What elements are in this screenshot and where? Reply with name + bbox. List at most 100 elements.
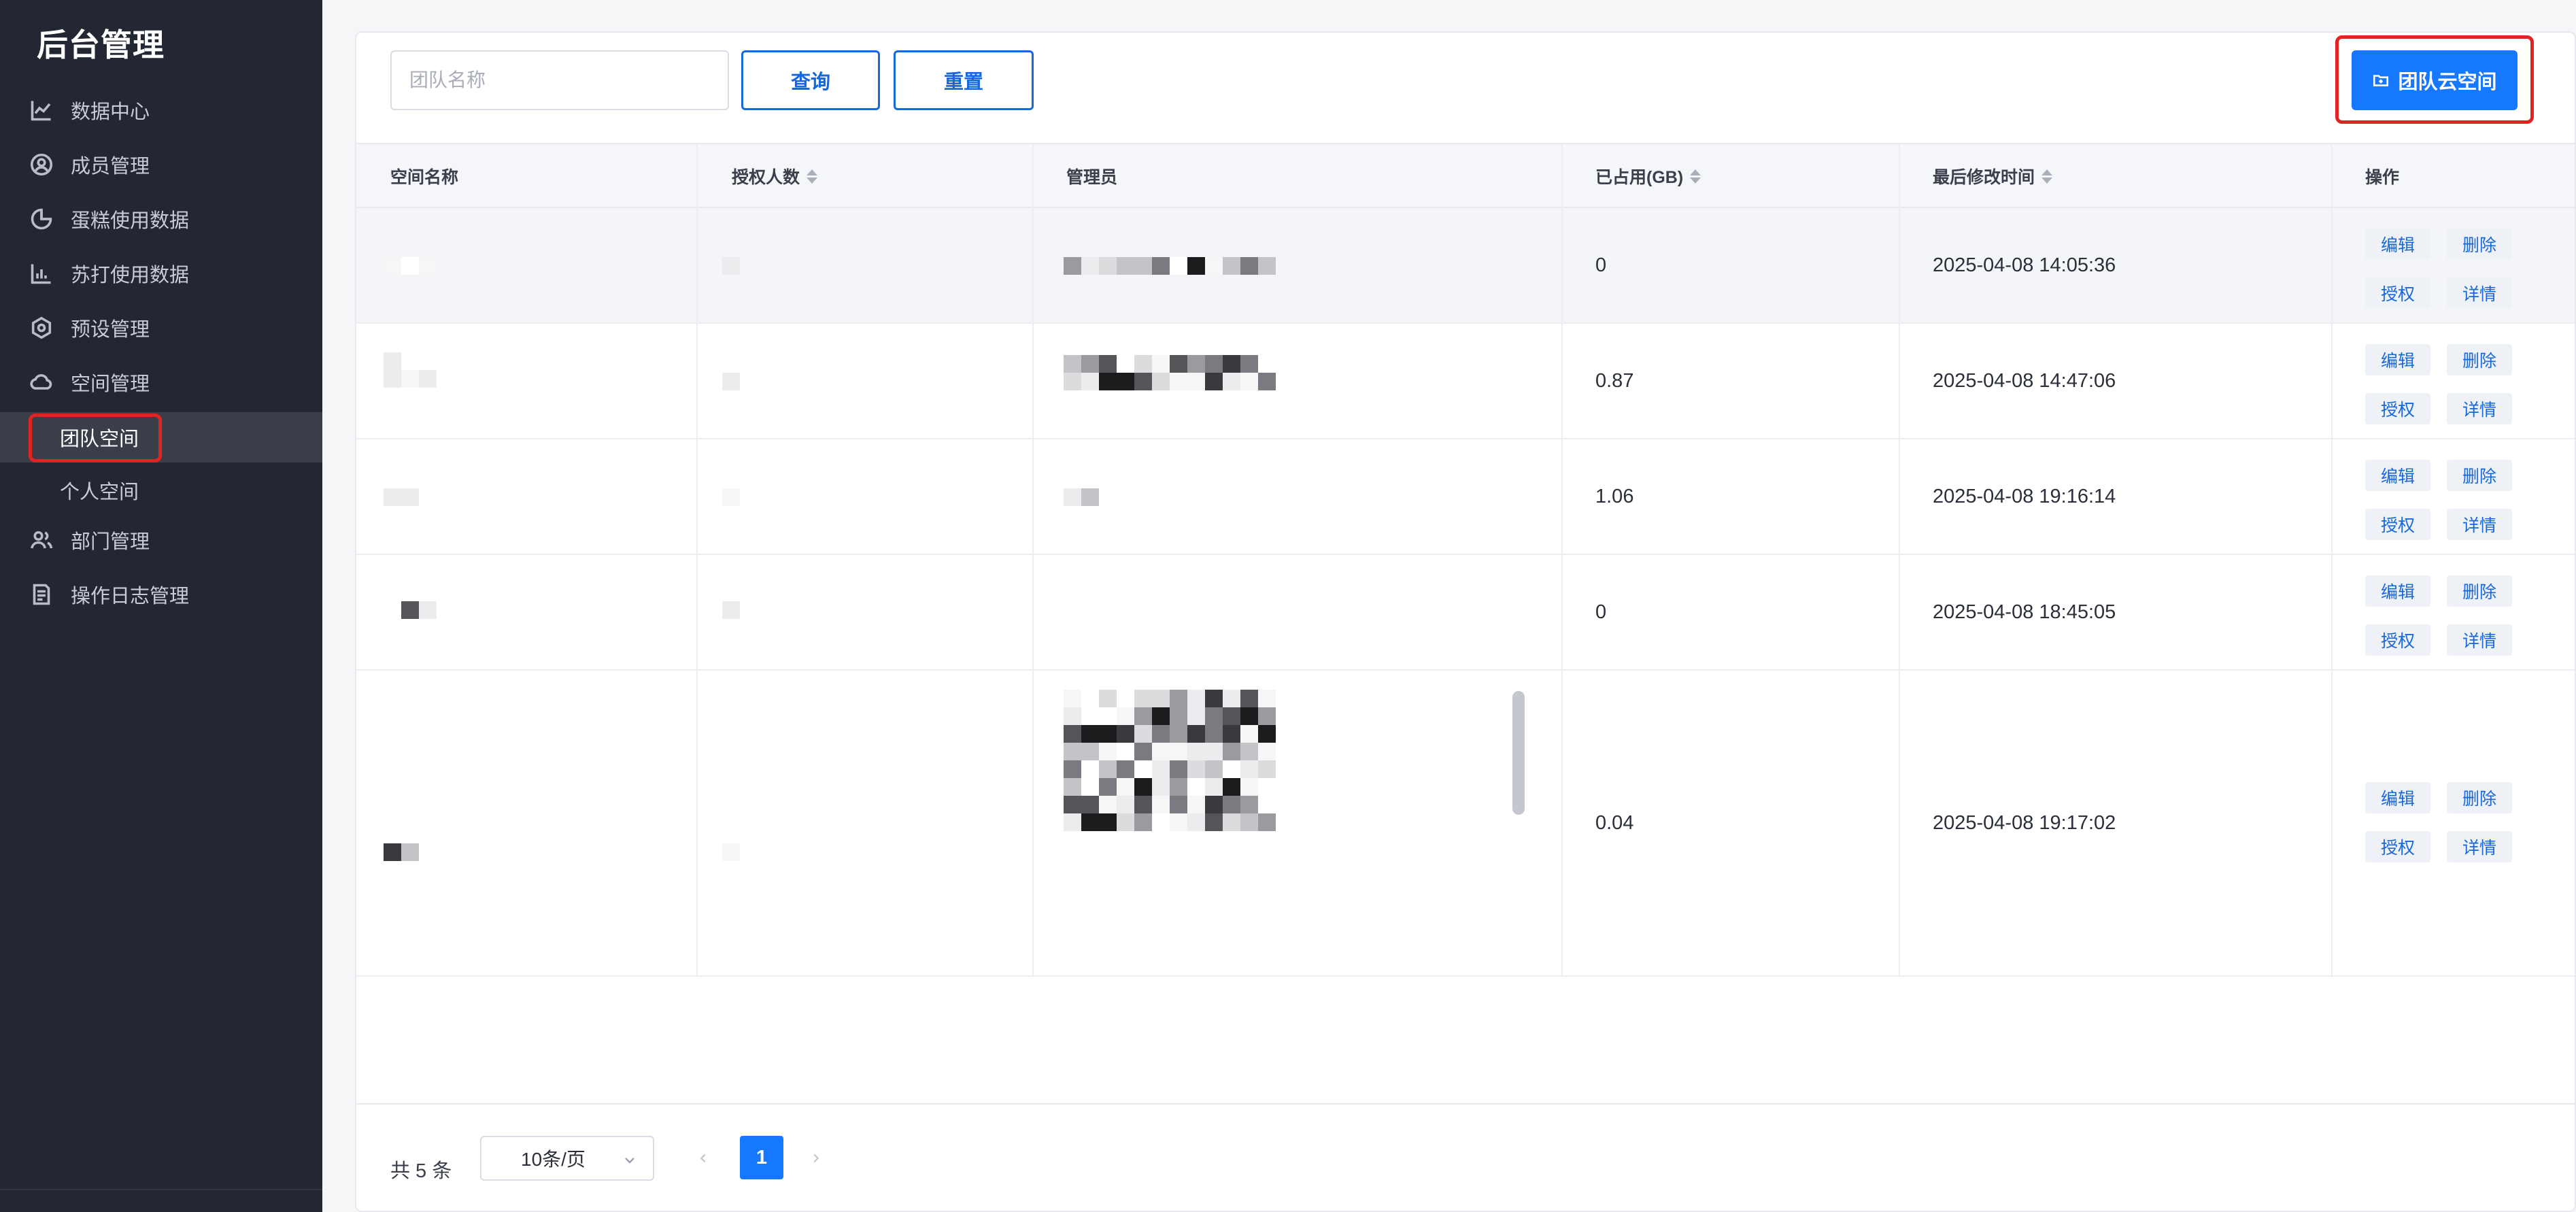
reset-button[interactable]: 重置 — [894, 50, 1034, 110]
redacted-text — [722, 601, 740, 619]
sidebar-subitem-personal-space[interactable]: 个人空间 — [0, 465, 322, 516]
table-row: 0 2025-04-08 18:45:05 编辑 删除 授权 详情 — [356, 555, 2575, 671]
app-logo-title: 后台管理 — [37, 27, 165, 63]
detail-button[interactable]: 详情 — [2447, 624, 2512, 656]
column-divider — [1561, 143, 1563, 977]
last-modified-cell: 2025-04-08 14:47:06 — [1933, 369, 2116, 392]
edit-button[interactable]: 编辑 — [2365, 344, 2430, 375]
table-header: 空间名称 授权人数 管理员 已占用(GB) 最后修改时间 操作 — [356, 143, 2575, 208]
column-header-used-gb[interactable]: 已占用(GB) — [1595, 144, 1701, 208]
last-modified-cell: 2025-04-08 19:16:14 — [1933, 485, 2116, 507]
main-card: 查询 重置 团队云空间 空间名称 授权人数 管理员 已占用(GB) 最后修改时间… — [355, 31, 2576, 1212]
users-icon — [29, 527, 54, 553]
redacted-text — [1064, 599, 1099, 616]
create-button-highlight-box — [2335, 35, 2534, 124]
sidebar-item-data-center[interactable]: 数据中心 — [0, 84, 322, 136]
redacted-text — [722, 373, 740, 390]
page-size-value: 10条/页 — [521, 1149, 586, 1170]
redacted-text — [722, 488, 740, 506]
authorize-button[interactable]: 授权 — [2365, 831, 2430, 862]
column-header-admin: 管理员 — [1066, 168, 1118, 187]
delete-button[interactable]: 删除 — [2447, 344, 2512, 375]
sidebar-item-presets[interactable]: 预设管理 — [0, 302, 322, 354]
sidebar-item-cake-usage[interactable]: 蛋糕使用数据 — [0, 193, 322, 245]
delete-button[interactable]: 删除 — [2447, 229, 2512, 260]
sort-icon[interactable] — [807, 169, 818, 184]
sidebar-item-members[interactable]: 成员管理 — [0, 139, 322, 190]
redacted-text — [722, 257, 740, 275]
column-header-space-name: 空间名称 — [390, 168, 459, 187]
redacted-text — [1064, 690, 1276, 831]
page-size-select[interactable]: 10条/页 — [480, 1136, 654, 1181]
redacted-text — [384, 257, 437, 275]
sidebar: 后台管理 数据中心 成员管理 蛋糕使用数据 苏打使用数据 预设管理 空间管理 团… — [0, 0, 322, 1212]
edit-button[interactable]: 编辑 — [2365, 575, 2430, 607]
redacted-text — [384, 352, 437, 388]
sidebar-item-soda-usage[interactable]: 苏打使用数据 — [0, 248, 322, 299]
redacted-text — [1064, 355, 1276, 390]
detail-button[interactable]: 详情 — [2447, 509, 2512, 540]
sidebar-item-label: 操作日志管理 — [71, 586, 190, 607]
sidebar-subitem-label: 个人空间 — [60, 482, 139, 503]
page-number-current[interactable]: 1 — [740, 1136, 783, 1179]
prev-page-button[interactable] — [690, 1136, 717, 1181]
used-gb-cell: 0.87 — [1595, 369, 1634, 392]
sidebar-footer — [0, 1189, 322, 1212]
edit-button[interactable]: 编辑 — [2365, 782, 2430, 813]
column-header-last-modified[interactable]: 最后修改时间 — [1933, 144, 2053, 208]
authorize-button[interactable]: 授权 — [2365, 393, 2430, 424]
column-header-authorized-count[interactable]: 授权人数 — [732, 144, 818, 208]
sidebar-item-departments[interactable]: 部门管理 — [0, 514, 322, 566]
delete-button[interactable]: 删除 — [2447, 575, 2512, 607]
sidebar-item-label: 蛋糕使用数据 — [71, 210, 190, 232]
table-row: 0 2025-04-08 14:05:36 编辑 删除 授权 详情 — [356, 208, 2575, 324]
delete-button[interactable]: 删除 — [2447, 782, 2512, 813]
column-header-actions: 操作 — [2365, 168, 2400, 187]
detail-button[interactable]: 详情 — [2447, 393, 2512, 424]
team-space-highlight-box — [29, 414, 162, 462]
sidebar-item-label: 部门管理 — [71, 531, 150, 553]
table-row: 0.87 2025-04-08 14:47:06 编辑 删除 授权 详情 — [356, 324, 2575, 439]
table-row: 1.06 2025-04-08 19:16:14 编辑 删除 授权 详情 — [356, 439, 2575, 555]
user-circle-icon — [29, 152, 54, 178]
redacted-text — [384, 843, 437, 861]
team-name-search-input[interactable] — [390, 50, 729, 110]
pagination-total: 共 5 条 — [390, 1160, 452, 1182]
sidebar-item-label: 苏打使用数据 — [71, 265, 190, 286]
used-gb-cell: 0.04 — [1595, 811, 1634, 834]
column-divider — [1032, 143, 1034, 977]
used-gb-cell: 0 — [1595, 601, 1607, 623]
authorize-button[interactable]: 授权 — [2365, 509, 2430, 540]
column-divider — [1899, 143, 1900, 977]
sidebar-item-space-management[interactable]: 空间管理 — [0, 356, 322, 408]
sidebar-item-label: 预设管理 — [71, 319, 150, 341]
hexagon-settings-icon — [29, 315, 54, 341]
authorize-button[interactable]: 授权 — [2365, 624, 2430, 656]
redacted-text — [1064, 257, 1276, 275]
edit-button[interactable]: 编辑 — [2365, 229, 2430, 260]
admin-cell-scrollbar[interactable] — [1512, 691, 1525, 815]
column-divider — [696, 143, 698, 977]
detail-button[interactable]: 详情 — [2447, 277, 2512, 309]
delete-button[interactable]: 删除 — [2447, 460, 2512, 491]
authorize-button[interactable]: 授权 — [2365, 277, 2430, 309]
last-modified-cell: 2025-04-08 19:17:02 — [1933, 811, 2116, 834]
sidebar-item-operation-logs[interactable]: 操作日志管理 — [0, 569, 322, 620]
column-divider — [2331, 143, 2333, 977]
last-modified-cell: 2025-04-08 14:05:36 — [1933, 254, 2116, 276]
sidebar-item-label: 成员管理 — [71, 156, 150, 178]
chevron-right-icon — [813, 1154, 819, 1163]
next-page-button[interactable] — [802, 1136, 830, 1181]
redacted-text — [722, 843, 740, 861]
sort-icon[interactable] — [2041, 169, 2053, 184]
query-button[interactable]: 查询 — [741, 50, 880, 110]
last-modified-cell: 2025-04-08 18:45:05 — [1933, 601, 2116, 623]
detail-button[interactable]: 详情 — [2447, 831, 2512, 862]
bar-chart-icon — [29, 260, 54, 286]
edit-button[interactable]: 编辑 — [2365, 460, 2430, 491]
redacted-text — [1064, 488, 1099, 506]
sidebar-item-label: 空间管理 — [71, 373, 150, 395]
sidebar-item-label: 数据中心 — [71, 101, 150, 123]
sort-icon[interactable] — [1690, 169, 1701, 184]
pagination-divider — [356, 1103, 2575, 1105]
